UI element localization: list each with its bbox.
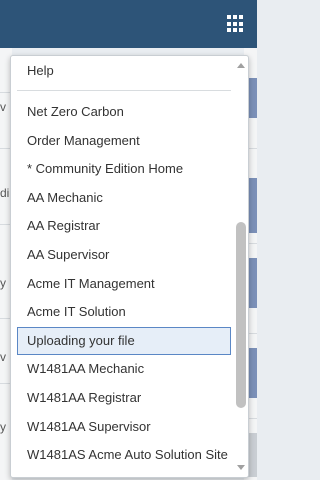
menu-item-app[interactable]: Acme IT Solution: [17, 298, 231, 326]
scroll-track[interactable]: [236, 76, 246, 456]
menu-item-help[interactable]: Help: [17, 56, 231, 86]
menu-divider: [17, 90, 231, 91]
background-text-fragment: di: [0, 186, 9, 200]
menu-item-app[interactable]: Acme IT Management: [17, 270, 231, 298]
menu-item-app[interactable]: Uploading your file: [17, 326, 231, 355]
top-navigation-bar: [0, 0, 257, 48]
scroll-up-arrow-icon[interactable]: [233, 58, 248, 74]
menu-item-app[interactable]: * Community Edition Home: [17, 155, 231, 183]
menu-item-app[interactable]: W1481AA Supervisor: [17, 413, 231, 441]
scroll-down-arrow-icon[interactable]: [233, 459, 248, 475]
menu-item-app[interactable]: AA Supervisor: [17, 241, 231, 269]
background-text-fragment: v N: [0, 100, 6, 114]
background-text-fragment: y N: [0, 276, 6, 290]
app-launcher-grid-icon[interactable]: [227, 15, 245, 33]
menu-item-app[interactable]: AA Registrar: [17, 212, 231, 240]
menu-item-app[interactable]: AA Mechanic: [17, 184, 231, 212]
menu-item-app[interactable]: W1481AA Mechanic: [17, 355, 231, 383]
scroll-thumb[interactable]: [236, 222, 246, 408]
background-text-fragment: v N: [0, 350, 6, 364]
app-switcher-dropdown: Help Net Zero Carbon Order Management * Co…: [10, 55, 249, 478]
menu-item-app[interactable]: W1481AS Acme Auto Solution Site: [17, 441, 231, 469]
menu-item-app[interactable]: W1481AA Registrar: [17, 384, 231, 412]
menu-item-app[interactable]: Order Management: [17, 127, 231, 155]
background-text-fragment: y N: [0, 420, 6, 434]
menu-item-app[interactable]: Net Zero Carbon: [17, 98, 231, 126]
dropdown-scrollbar[interactable]: [233, 56, 248, 477]
